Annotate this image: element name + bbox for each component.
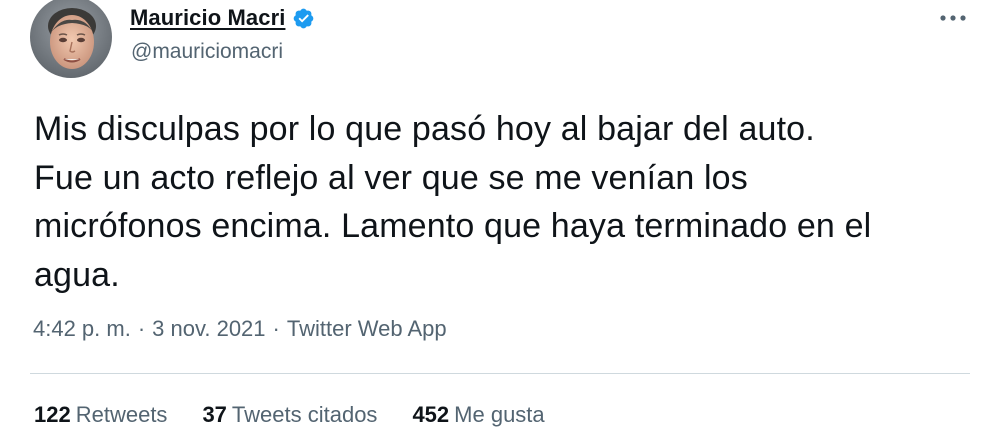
quotes-count: 37	[202, 402, 227, 427]
retweets-label: Retweets	[75, 402, 168, 427]
tweet-source[interactable]: Twitter Web App	[287, 316, 447, 342]
likes-label: Me gusta	[454, 402, 545, 427]
meta-separator: ·	[137, 316, 146, 341]
retweets-count: 122	[34, 402, 71, 427]
tweet-meta: 4:42 p. m. · 3 nov. 2021 · Twitter Web A…	[33, 316, 447, 342]
tweet-stats: 122 Retweets 37 Tweets citados 452 Me gu…	[34, 402, 545, 428]
verified-badge-icon	[292, 7, 315, 30]
retweets-stat[interactable]: 122 Retweets	[34, 402, 167, 428]
quotes-stat[interactable]: 37 Tweets citados	[202, 402, 377, 428]
tweet-time[interactable]: 4:42 p. m.	[33, 316, 131, 342]
avatar-photo	[30, 0, 112, 78]
meta-separator: ·	[272, 316, 280, 341]
tweet-card: Mauricio Macri @mauriciomacri Mis discul…	[0, 0, 992, 441]
likes-stat[interactable]: 452 Me gusta	[412, 402, 544, 428]
divider	[30, 373, 970, 374]
author-name[interactable]: Mauricio Macri	[130, 5, 285, 31]
author-handle[interactable]: @mauriciomacri	[131, 40, 283, 64]
author-avatar[interactable]	[30, 0, 112, 78]
more-options-button[interactable]	[936, 8, 970, 28]
likes-count: 452	[412, 402, 450, 427]
more-options-icon	[940, 15, 966, 21]
tweet-date[interactable]: 3 nov. 2021	[152, 316, 265, 342]
tweet-text: Mis disculpas por lo que pasó hoy al baj…	[34, 110, 872, 294]
author-name-row: Mauricio Macri	[130, 3, 315, 33]
quotes-label: Tweets citados	[231, 402, 378, 427]
